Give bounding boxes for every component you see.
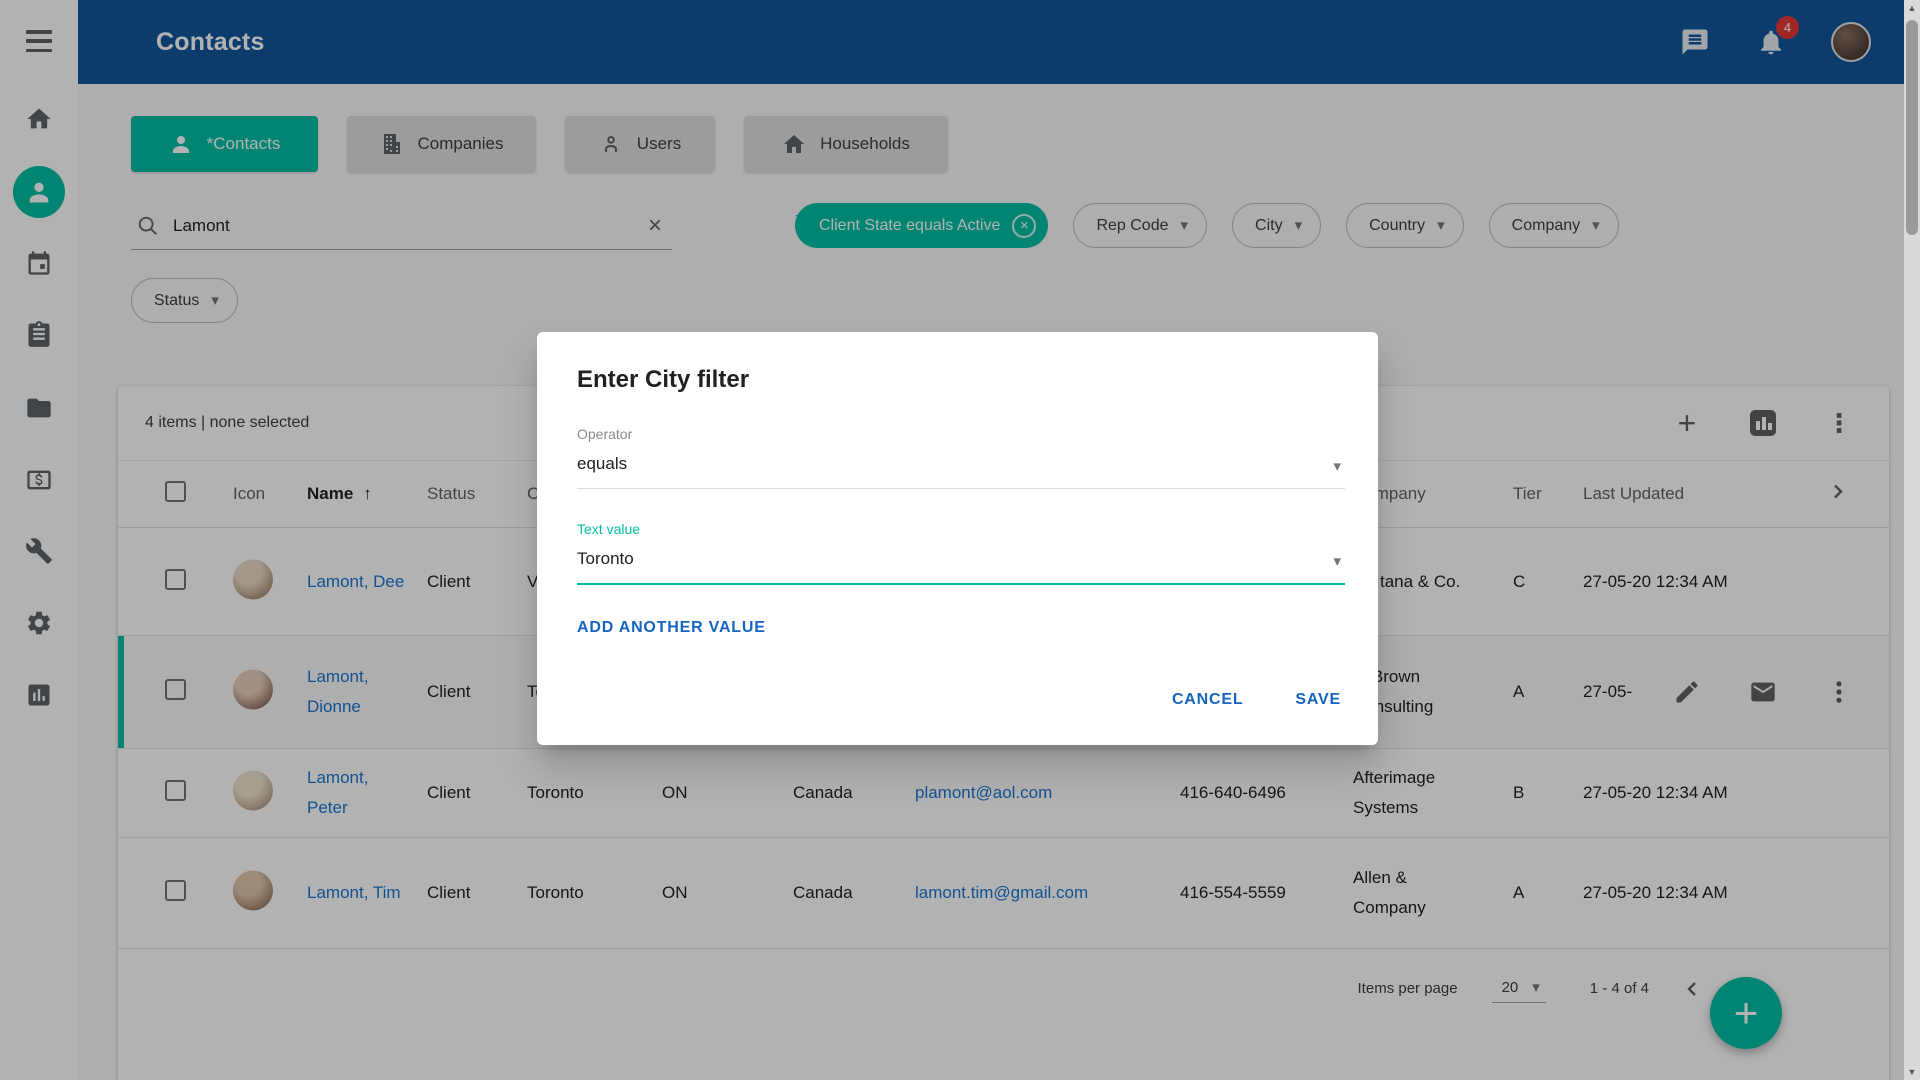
- scrollbar[interactable]: [1904, 0, 1920, 1080]
- operator-value: equals: [577, 454, 627, 473]
- cancel-button[interactable]: CANCEL: [1168, 683, 1247, 717]
- add-another-value-button[interactable]: ADD ANOTHER VALUE: [577, 619, 766, 637]
- chevron-down-icon: [1333, 456, 1341, 476]
- text-value-label: Text value: [577, 521, 1345, 537]
- scrollbar-thumb[interactable]: [1906, 20, 1918, 235]
- scroll-up-icon[interactable]: [1904, 0, 1920, 16]
- text-value: Toronto: [577, 549, 634, 568]
- save-button[interactable]: SAVE: [1291, 683, 1345, 717]
- operator-label: Operator: [577, 426, 1345, 442]
- city-filter-dialog: Enter City filter Operator equals Text v…: [537, 332, 1378, 745]
- chevron-down-icon: [1333, 551, 1341, 571]
- operator-select[interactable]: equals: [577, 442, 1345, 489]
- text-value-select[interactable]: Toronto: [577, 537, 1345, 585]
- dialog-title: Enter City filter: [577, 366, 1345, 394]
- app: Contacts 4 *Contacts Companies: [0, 0, 1920, 1080]
- scroll-down-icon[interactable]: [1904, 1064, 1920, 1080]
